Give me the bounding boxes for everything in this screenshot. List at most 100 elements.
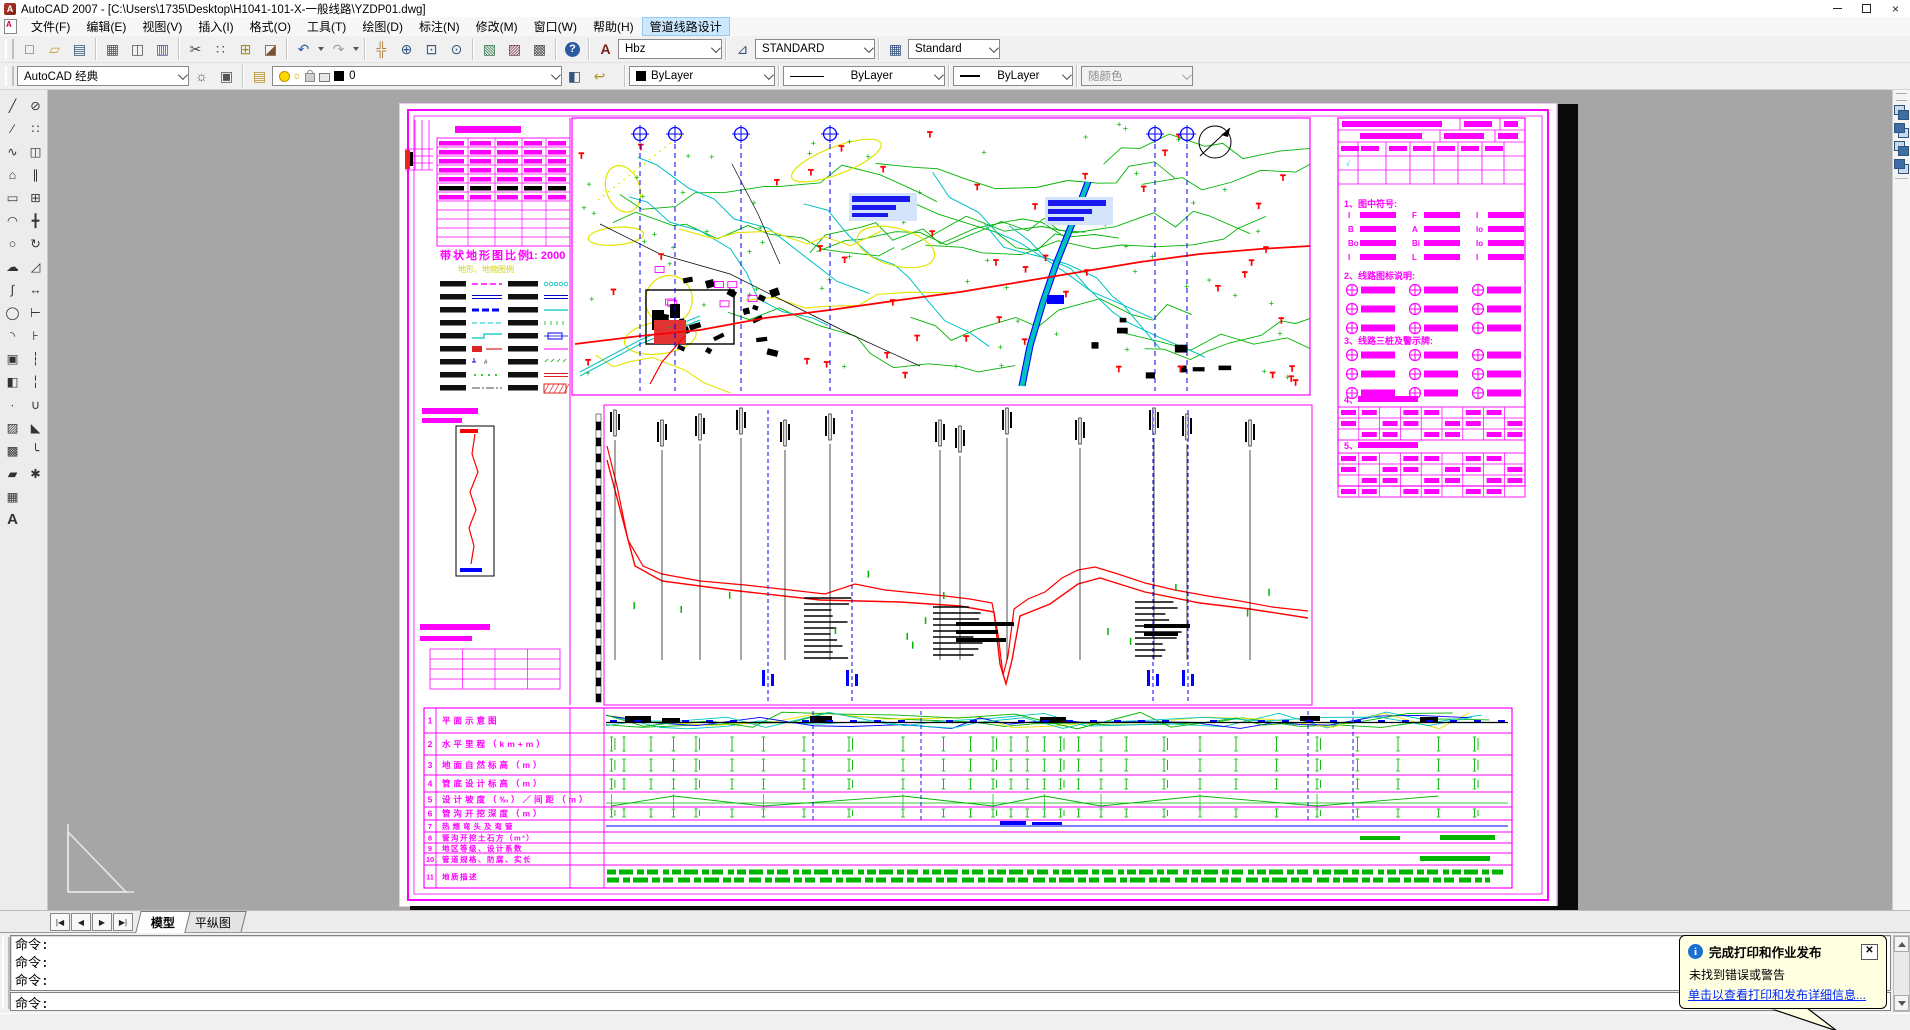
menu-item-1[interactable]: 文件(F) bbox=[23, 17, 78, 36]
linetype-combo[interactable]: ByLayer bbox=[783, 66, 945, 86]
menu-item-5[interactable]: 格式(O) bbox=[242, 17, 299, 36]
plot-icon[interactable]: ▦ bbox=[100, 37, 125, 62]
table-style-combo[interactable]: Standard bbox=[908, 39, 1000, 59]
ellipse-arc-icon[interactable]: ◝ bbox=[1, 324, 24, 347]
paste-icon[interactable]: ⊞ bbox=[233, 37, 258, 62]
gradient-icon[interactable]: ▩ bbox=[1, 439, 24, 462]
move-icon[interactable]: ╋ bbox=[24, 209, 47, 232]
explode-icon[interactable]: ✱ bbox=[24, 462, 47, 485]
drawing-file-icon[interactable] bbox=[4, 19, 17, 34]
erase-icon[interactable]: ⊘ bbox=[24, 94, 47, 117]
scroll-up-button[interactable] bbox=[1894, 936, 1909, 952]
toolbar-grip[interactable] bbox=[5, 39, 14, 59]
publish-icon[interactable]: ▥ bbox=[150, 37, 175, 62]
bring-to-front-icon[interactable] bbox=[1894, 105, 1909, 120]
send-under-objects-icon[interactable] bbox=[1894, 159, 1909, 174]
tab-model[interactable]: 模型 bbox=[135, 911, 191, 933]
command-window-grip[interactable] bbox=[2, 937, 10, 1009]
quickcalc-icon[interactable]: ▩ bbox=[527, 37, 552, 62]
region-icon[interactable]: ▰ bbox=[1, 462, 24, 485]
copy-object-icon[interactable]: ∷ bbox=[24, 117, 47, 140]
fillet-icon[interactable]: ╰ bbox=[24, 439, 47, 462]
spline-icon[interactable]: ∫ bbox=[1, 278, 24, 301]
lineweight-combo[interactable]: ByLayer bbox=[953, 66, 1073, 86]
point-icon[interactable]: ∙ bbox=[1, 393, 24, 416]
redo-icon[interactable]: ↷ bbox=[326, 37, 351, 62]
dim-style-combo[interactable]: STANDARD bbox=[755, 39, 875, 59]
menu-item-12[interactable]: 管道线路设计 bbox=[642, 17, 730, 36]
make-layer-current-icon[interactable]: ◧ bbox=[562, 64, 587, 89]
polygon-icon[interactable]: ⌂ bbox=[1, 163, 24, 186]
workspace-combo[interactable]: AutoCAD 经典 bbox=[17, 66, 189, 86]
notification-link[interactable]: 单击以查看打印和发布详细信息... bbox=[1688, 986, 1878, 1003]
menu-item-9[interactable]: 修改(M) bbox=[468, 17, 526, 36]
cut-icon[interactable]: ✂ bbox=[183, 37, 208, 62]
undo-flyout-icon[interactable] bbox=[316, 38, 326, 61]
match-properties-icon[interactable]: ◪ bbox=[258, 37, 283, 62]
menu-item-11[interactable]: 帮助(H) bbox=[585, 17, 642, 36]
tab-next-button[interactable]: ▶ bbox=[92, 913, 112, 931]
polyline-icon[interactable]: ∿ bbox=[1, 140, 24, 163]
command-input[interactable]: 命令: bbox=[10, 992, 1891, 1011]
scroll-down-button[interactable] bbox=[1894, 995, 1909, 1011]
layer-previous-icon[interactable]: ↩ bbox=[587, 64, 612, 89]
menu-item-10[interactable]: 窗口(W) bbox=[526, 17, 585, 36]
menu-item-8[interactable]: 标注(N) bbox=[411, 17, 468, 36]
menu-item-7[interactable]: 绘图(D) bbox=[354, 17, 411, 36]
trim-icon[interactable]: ⊢ bbox=[24, 301, 47, 324]
stretch-icon[interactable]: ↔ bbox=[24, 278, 47, 301]
menu-item-3[interactable]: 视图(V) bbox=[134, 17, 190, 36]
tab-prev-button[interactable]: ◀ bbox=[71, 913, 91, 931]
markup-set-manager-icon[interactable]: ▨ bbox=[502, 37, 527, 62]
offset-icon[interactable]: ∥ bbox=[24, 163, 47, 186]
rotate-icon[interactable]: ↻ bbox=[24, 232, 47, 255]
scale-icon[interactable]: ◿ bbox=[24, 255, 47, 278]
command-history[interactable]: 命令: 命令: 命令: bbox=[10, 935, 1891, 991]
insert-block-icon[interactable]: ▣ bbox=[1, 347, 24, 370]
table-icon[interactable]: ▦ bbox=[1, 485, 24, 508]
mirror-icon[interactable]: ◫ bbox=[24, 140, 47, 163]
dim-style-icon[interactable]: ⊿ bbox=[730, 37, 755, 62]
drawing-area[interactable]: ╱∕∿⌂▭◠○☁∫◯◝▣◧∙▨▩▰▦A ⊘∷◫∥⊞╋↻◿↔⊢⊦┆╎∪◣╰✱ 带状… bbox=[0, 90, 1910, 910]
zoom-realtime-icon[interactable]: ⊕ bbox=[394, 37, 419, 62]
hatch-icon[interactable]: ▨ bbox=[1, 416, 24, 439]
multiline-text-icon[interactable]: A bbox=[1, 508, 24, 531]
arc-icon[interactable]: ◠ bbox=[1, 209, 24, 232]
pan-icon[interactable]: ╬ bbox=[369, 37, 394, 62]
command-scrollbar[interactable] bbox=[1893, 935, 1910, 1012]
rectangle-icon[interactable]: ▭ bbox=[1, 186, 24, 209]
new-icon[interactable]: □ bbox=[17, 37, 42, 62]
toolbar-grip[interactable] bbox=[1896, 93, 1907, 101]
tab-first-button[interactable]: |◀ bbox=[50, 913, 70, 931]
workspace-settings-icon[interactable]: ☼ bbox=[189, 64, 214, 89]
bring-above-objects-icon[interactable] bbox=[1894, 141, 1909, 156]
make-block-icon[interactable]: ◧ bbox=[1, 370, 24, 393]
ellipse-icon[interactable]: ◯ bbox=[1, 301, 24, 324]
close-button[interactable]: × bbox=[1881, 0, 1910, 17]
menu-item-2[interactable]: 编辑(E) bbox=[78, 17, 134, 36]
menu-item-4[interactable]: 插入(I) bbox=[190, 17, 241, 36]
sheet-set-manager-icon[interactable]: ▧ bbox=[477, 37, 502, 62]
workspace-save-icon[interactable]: ▣ bbox=[214, 64, 239, 89]
notification-close-icon[interactable]: ✕ bbox=[1861, 944, 1878, 960]
color-combo[interactable]: ByLayer bbox=[629, 66, 775, 86]
restore-button[interactable] bbox=[1852, 0, 1881, 17]
text-style-icon[interactable]: A bbox=[593, 37, 618, 62]
construction-line-icon[interactable]: ∕ bbox=[1, 117, 24, 140]
revision-cloud-icon[interactable]: ☁ bbox=[1, 255, 24, 278]
extend-icon[interactable]: ⊦ bbox=[24, 324, 47, 347]
undo-icon[interactable]: ↶ bbox=[291, 37, 316, 62]
table-style-icon[interactable]: ▦ bbox=[883, 37, 908, 62]
join-icon[interactable]: ∪ bbox=[24, 393, 47, 416]
array-icon[interactable]: ⊞ bbox=[24, 186, 47, 209]
break-icon[interactable]: ╎ bbox=[24, 370, 47, 393]
copy-icon[interactable]: ∷ bbox=[208, 37, 233, 62]
plot-preview-icon[interactable]: ◫ bbox=[125, 37, 150, 62]
minimize-button[interactable] bbox=[1823, 0, 1852, 17]
zoom-window-icon[interactable]: ⊡ bbox=[419, 37, 444, 62]
line-icon[interactable]: ╱ bbox=[1, 94, 24, 117]
open-icon[interactable]: ▱ bbox=[42, 37, 67, 62]
circle-icon[interactable]: ○ bbox=[1, 232, 24, 255]
tab-last-button[interactable]: ▶| bbox=[113, 913, 133, 931]
zoom-previous-icon[interactable]: ⊙ bbox=[444, 37, 469, 62]
